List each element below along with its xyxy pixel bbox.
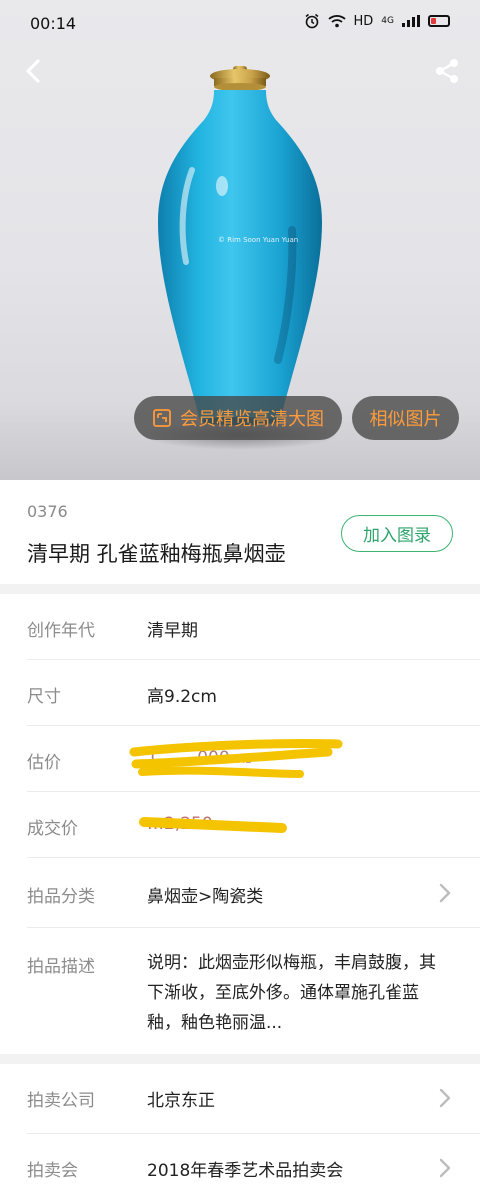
chevron-right-icon <box>439 1088 451 1108</box>
detail-row-sold: 成交价 …2,250 <box>0 792 480 858</box>
category-label: 拍品分类 <box>27 887 95 907</box>
company-label: 拍卖公司 <box>27 1091 95 1111</box>
era-value: 清早期 <box>147 621 198 641</box>
category-value: 鼻烟壶>陶瓷类 <box>147 887 264 907</box>
lot-title: 清早期 孔雀蓝釉梅瓶鼻烟壶 <box>27 542 286 566</box>
hero-image[interactable]: © Rim Soon Yuan Yuan 00:14 HD 4G 会员精览高清大… <box>0 0 480 480</box>
detail-row-era: 创作年代 清早期 <box>0 594 480 660</box>
redaction-scribble <box>129 738 343 778</box>
hd-image-button[interactable]: 会员精览高清大图 <box>134 396 342 440</box>
share-icon <box>436 59 458 83</box>
chevron-left-icon <box>26 59 40 83</box>
wifi-icon <box>327 15 346 28</box>
share-button[interactable] <box>430 54 464 88</box>
auction-company-row[interactable]: 拍卖公司 北京东正 <box>0 1064 480 1134</box>
chevron-right-icon <box>439 883 451 903</box>
signal-icon <box>402 15 420 27</box>
similar-images-button[interactable]: 相似图片 <box>352 396 459 440</box>
back-button[interactable] <box>16 54 50 88</box>
status-bar: 00:14 HD 4G <box>0 0 480 46</box>
add-to-catalog-button[interactable]: 加入图录 <box>341 515 453 552</box>
hd-image-label: 会员精览高清大图 <box>180 409 324 430</box>
detail-row-category[interactable]: 拍品分类 鼻烟壶>陶瓷类 <box>0 858 480 928</box>
redaction-scribble <box>139 817 287 833</box>
description-value: 说明：此烟壶形似梅瓶，丰肩鼓腹，其下渐收，至底外侈。通体罩施孔雀蓝釉，釉色艳丽温… <box>147 953 436 1033</box>
status-time: 00:14 <box>30 14 77 33</box>
auction-sale-row[interactable]: 拍卖会 2018年春季艺术品拍卖会 <box>0 1134 480 1198</box>
sold-label: 成交价 <box>27 819 78 839</box>
similar-images-label: 相似图片 <box>369 409 442 430</box>
lot-details: 创作年代 清早期 尺寸 高9.2cm 估价 1… …000RMB 成交价 …2,… <box>0 594 480 1054</box>
network-type: 4G <box>381 15 394 26</box>
image-watermark: © Rim Soon Yuan Yuan <box>218 236 299 244</box>
battery-icon <box>428 15 450 27</box>
auction-info: 拍卖公司 北京东正 拍卖会 2018年春季艺术品拍卖会 <box>0 1064 480 1198</box>
detail-row-estimate: 估价 1… …000RMB <box>0 726 480 792</box>
detail-row-description: 拍品描述 说明：此烟壶形似梅瓶，丰肩鼓腹，其下渐收，至底外侈。通体罩施孔雀蓝釉，… <box>0 928 480 1054</box>
chevron-right-icon <box>439 1158 451 1178</box>
sale-value: 2018年春季艺术品拍卖会 <box>147 1161 344 1181</box>
hd-view-icon <box>153 409 171 427</box>
hd-indicator: HD <box>353 13 374 29</box>
estimate-label: 估价 <box>27 753 61 773</box>
alarm-icon <box>305 13 318 29</box>
lot-header: 0376 清早期 孔雀蓝釉梅瓶鼻烟壶 加入图录 <box>0 480 480 584</box>
size-label: 尺寸 <box>27 687 61 707</box>
size-value: 高9.2cm <box>147 687 217 707</box>
status-icons: HD 4G <box>304 13 450 29</box>
sale-label: 拍卖会 <box>27 1161 78 1181</box>
detail-row-size: 尺寸 高9.2cm <box>0 660 480 726</box>
company-value: 北京东正 <box>147 1091 215 1111</box>
era-label: 创作年代 <box>27 621 95 641</box>
lot-number: 0376 <box>27 502 68 521</box>
description-label: 拍品描述 <box>27 957 95 977</box>
